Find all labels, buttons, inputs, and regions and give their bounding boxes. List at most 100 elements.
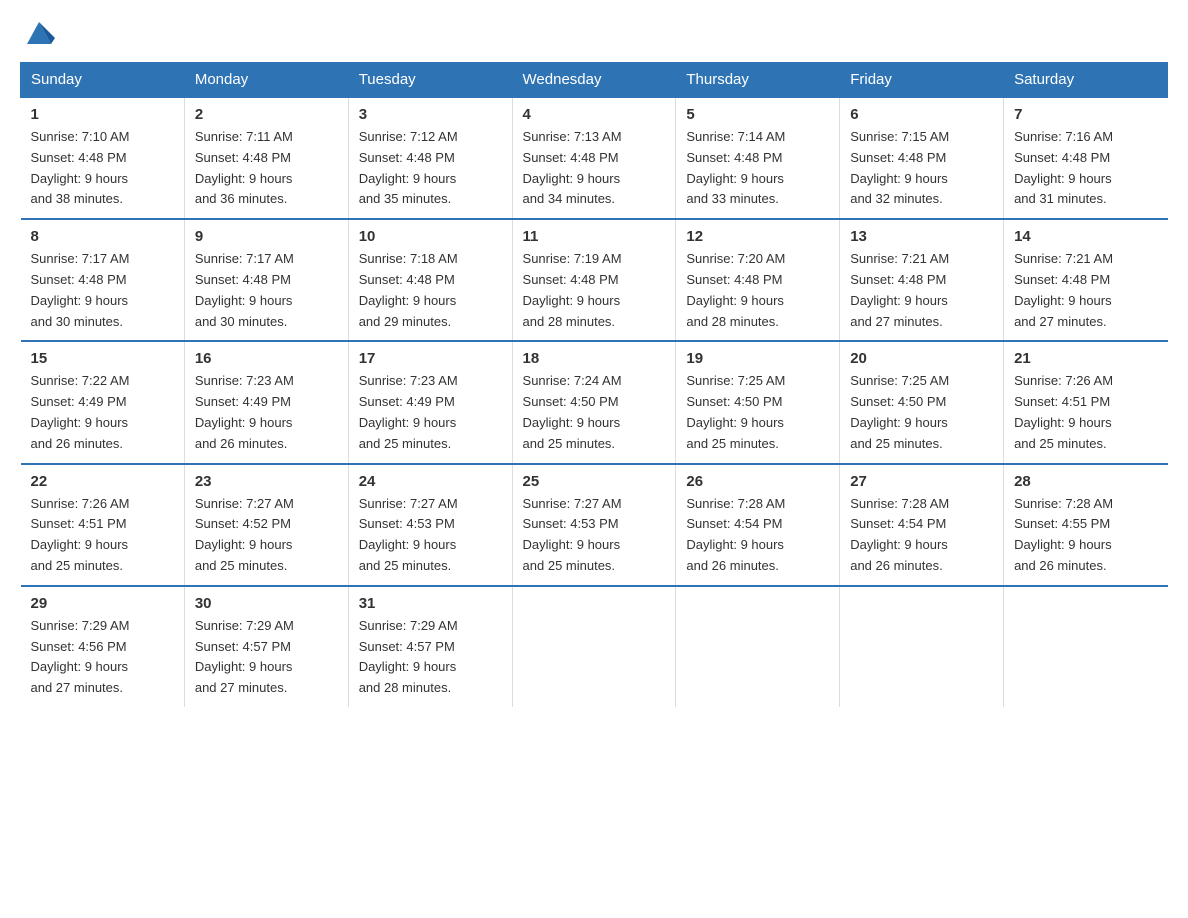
calendar-cell: 13 Sunrise: 7:21 AM Sunset: 4:48 PM Dayl… xyxy=(840,219,1004,341)
calendar-cell: 29 Sunrise: 7:29 AM Sunset: 4:56 PM Dayl… xyxy=(21,586,185,707)
day-number: 11 xyxy=(523,228,666,245)
day-number: 16 xyxy=(195,350,338,367)
day-number: 8 xyxy=(31,228,174,245)
day-info: Sunrise: 7:12 AM Sunset: 4:48 PM Dayligh… xyxy=(359,127,502,210)
calendar-cell: 24 Sunrise: 7:27 AM Sunset: 4:53 PM Dayl… xyxy=(348,464,512,586)
calendar-cell: 12 Sunrise: 7:20 AM Sunset: 4:48 PM Dayl… xyxy=(676,219,840,341)
day-info: Sunrise: 7:29 AM Sunset: 4:57 PM Dayligh… xyxy=(359,616,502,699)
calendar-cell: 11 Sunrise: 7:19 AM Sunset: 4:48 PM Dayl… xyxy=(512,219,676,341)
day-info: Sunrise: 7:18 AM Sunset: 4:48 PM Dayligh… xyxy=(359,249,502,332)
day-number: 31 xyxy=(359,595,502,612)
day-info: Sunrise: 7:28 AM Sunset: 4:55 PM Dayligh… xyxy=(1014,494,1157,577)
day-number: 15 xyxy=(31,350,174,367)
day-number: 18 xyxy=(523,350,666,367)
day-info: Sunrise: 7:17 AM Sunset: 4:48 PM Dayligh… xyxy=(195,249,338,332)
calendar-cell: 1 Sunrise: 7:10 AM Sunset: 4:48 PM Dayli… xyxy=(21,97,185,219)
day-info: Sunrise: 7:17 AM Sunset: 4:48 PM Dayligh… xyxy=(31,249,174,332)
calendar-week-row: 8 Sunrise: 7:17 AM Sunset: 4:48 PM Dayli… xyxy=(21,219,1168,341)
calendar-cell: 30 Sunrise: 7:29 AM Sunset: 4:57 PM Dayl… xyxy=(184,586,348,707)
day-info: Sunrise: 7:26 AM Sunset: 4:51 PM Dayligh… xyxy=(31,494,174,577)
day-number: 21 xyxy=(1014,350,1157,367)
day-number: 28 xyxy=(1014,473,1157,490)
day-header-saturday: Saturday xyxy=(1004,63,1168,98)
day-info: Sunrise: 7:28 AM Sunset: 4:54 PM Dayligh… xyxy=(686,494,829,577)
calendar-cell: 3 Sunrise: 7:12 AM Sunset: 4:48 PM Dayli… xyxy=(348,97,512,219)
calendar-cell xyxy=(840,586,1004,707)
day-number: 2 xyxy=(195,106,338,123)
day-number: 14 xyxy=(1014,228,1157,245)
calendar-cell: 20 Sunrise: 7:25 AM Sunset: 4:50 PM Dayl… xyxy=(840,341,1004,463)
logo-icon xyxy=(23,16,55,48)
day-header-tuesday: Tuesday xyxy=(348,63,512,98)
calendar-cell: 17 Sunrise: 7:23 AM Sunset: 4:49 PM Dayl… xyxy=(348,341,512,463)
day-header-monday: Monday xyxy=(184,63,348,98)
calendar-cell: 28 Sunrise: 7:28 AM Sunset: 4:55 PM Dayl… xyxy=(1004,464,1168,586)
calendar-cell: 22 Sunrise: 7:26 AM Sunset: 4:51 PM Dayl… xyxy=(21,464,185,586)
calendar-cell: 19 Sunrise: 7:25 AM Sunset: 4:50 PM Dayl… xyxy=(676,341,840,463)
day-info: Sunrise: 7:14 AM Sunset: 4:48 PM Dayligh… xyxy=(686,127,829,210)
day-number: 25 xyxy=(523,473,666,490)
day-info: Sunrise: 7:23 AM Sunset: 4:49 PM Dayligh… xyxy=(195,371,338,454)
day-info: Sunrise: 7:27 AM Sunset: 4:52 PM Dayligh… xyxy=(195,494,338,577)
day-info: Sunrise: 7:21 AM Sunset: 4:48 PM Dayligh… xyxy=(850,249,993,332)
calendar-cell: 31 Sunrise: 7:29 AM Sunset: 4:57 PM Dayl… xyxy=(348,586,512,707)
day-info: Sunrise: 7:10 AM Sunset: 4:48 PM Dayligh… xyxy=(31,127,174,210)
day-number: 5 xyxy=(686,106,829,123)
day-number: 10 xyxy=(359,228,502,245)
day-number: 27 xyxy=(850,473,993,490)
calendar-cell: 4 Sunrise: 7:13 AM Sunset: 4:48 PM Dayli… xyxy=(512,97,676,219)
day-info: Sunrise: 7:22 AM Sunset: 4:49 PM Dayligh… xyxy=(31,371,174,454)
day-info: Sunrise: 7:15 AM Sunset: 4:48 PM Dayligh… xyxy=(850,127,993,210)
day-info: Sunrise: 7:26 AM Sunset: 4:51 PM Dayligh… xyxy=(1014,371,1157,454)
day-info: Sunrise: 7:24 AM Sunset: 4:50 PM Dayligh… xyxy=(523,371,666,454)
day-info: Sunrise: 7:27 AM Sunset: 4:53 PM Dayligh… xyxy=(359,494,502,577)
day-header-thursday: Thursday xyxy=(676,63,840,98)
calendar-cell xyxy=(1004,586,1168,707)
calendar-cell: 14 Sunrise: 7:21 AM Sunset: 4:48 PM Dayl… xyxy=(1004,219,1168,341)
day-info: Sunrise: 7:16 AM Sunset: 4:48 PM Dayligh… xyxy=(1014,127,1157,210)
day-info: Sunrise: 7:11 AM Sunset: 4:48 PM Dayligh… xyxy=(195,127,338,210)
day-info: Sunrise: 7:19 AM Sunset: 4:48 PM Dayligh… xyxy=(523,249,666,332)
day-header-friday: Friday xyxy=(840,63,1004,98)
calendar-cell: 16 Sunrise: 7:23 AM Sunset: 4:49 PM Dayl… xyxy=(184,341,348,463)
calendar-table: SundayMondayTuesdayWednesdayThursdayFrid… xyxy=(20,62,1168,707)
day-info: Sunrise: 7:25 AM Sunset: 4:50 PM Dayligh… xyxy=(850,371,993,454)
calendar-cell: 15 Sunrise: 7:22 AM Sunset: 4:49 PM Dayl… xyxy=(21,341,185,463)
calendar-cell: 5 Sunrise: 7:14 AM Sunset: 4:48 PM Dayli… xyxy=(676,97,840,219)
calendar-cell: 26 Sunrise: 7:28 AM Sunset: 4:54 PM Dayl… xyxy=(676,464,840,586)
day-number: 12 xyxy=(686,228,829,245)
day-info: Sunrise: 7:27 AM Sunset: 4:53 PM Dayligh… xyxy=(523,494,666,577)
page-header xyxy=(20,20,1168,42)
calendar-week-row: 22 Sunrise: 7:26 AM Sunset: 4:51 PM Dayl… xyxy=(21,464,1168,586)
calendar-cell: 6 Sunrise: 7:15 AM Sunset: 4:48 PM Dayli… xyxy=(840,97,1004,219)
calendar-cell: 18 Sunrise: 7:24 AM Sunset: 4:50 PM Dayl… xyxy=(512,341,676,463)
day-number: 24 xyxy=(359,473,502,490)
day-number: 4 xyxy=(523,106,666,123)
calendar-cell: 7 Sunrise: 7:16 AM Sunset: 4:48 PM Dayli… xyxy=(1004,97,1168,219)
calendar-cell: 9 Sunrise: 7:17 AM Sunset: 4:48 PM Dayli… xyxy=(184,219,348,341)
day-header-sunday: Sunday xyxy=(21,63,185,98)
calendar-week-row: 15 Sunrise: 7:22 AM Sunset: 4:49 PM Dayl… xyxy=(21,341,1168,463)
day-number: 7 xyxy=(1014,106,1157,123)
calendar-cell xyxy=(676,586,840,707)
day-number: 6 xyxy=(850,106,993,123)
day-info: Sunrise: 7:21 AM Sunset: 4:48 PM Dayligh… xyxy=(1014,249,1157,332)
calendar-week-row: 29 Sunrise: 7:29 AM Sunset: 4:56 PM Dayl… xyxy=(21,586,1168,707)
day-number: 30 xyxy=(195,595,338,612)
day-info: Sunrise: 7:28 AM Sunset: 4:54 PM Dayligh… xyxy=(850,494,993,577)
calendar-header-row: SundayMondayTuesdayWednesdayThursdayFrid… xyxy=(21,63,1168,98)
calendar-cell: 21 Sunrise: 7:26 AM Sunset: 4:51 PM Dayl… xyxy=(1004,341,1168,463)
day-number: 20 xyxy=(850,350,993,367)
day-number: 22 xyxy=(31,473,174,490)
day-number: 1 xyxy=(31,106,174,123)
day-number: 3 xyxy=(359,106,502,123)
day-info: Sunrise: 7:23 AM Sunset: 4:49 PM Dayligh… xyxy=(359,371,502,454)
calendar-cell: 2 Sunrise: 7:11 AM Sunset: 4:48 PM Dayli… xyxy=(184,97,348,219)
day-number: 17 xyxy=(359,350,502,367)
calendar-cell: 25 Sunrise: 7:27 AM Sunset: 4:53 PM Dayl… xyxy=(512,464,676,586)
calendar-cell: 23 Sunrise: 7:27 AM Sunset: 4:52 PM Dayl… xyxy=(184,464,348,586)
calendar-cell: 27 Sunrise: 7:28 AM Sunset: 4:54 PM Dayl… xyxy=(840,464,1004,586)
day-number: 23 xyxy=(195,473,338,490)
calendar-cell: 10 Sunrise: 7:18 AM Sunset: 4:48 PM Dayl… xyxy=(348,219,512,341)
day-info: Sunrise: 7:29 AM Sunset: 4:56 PM Dayligh… xyxy=(31,616,174,699)
